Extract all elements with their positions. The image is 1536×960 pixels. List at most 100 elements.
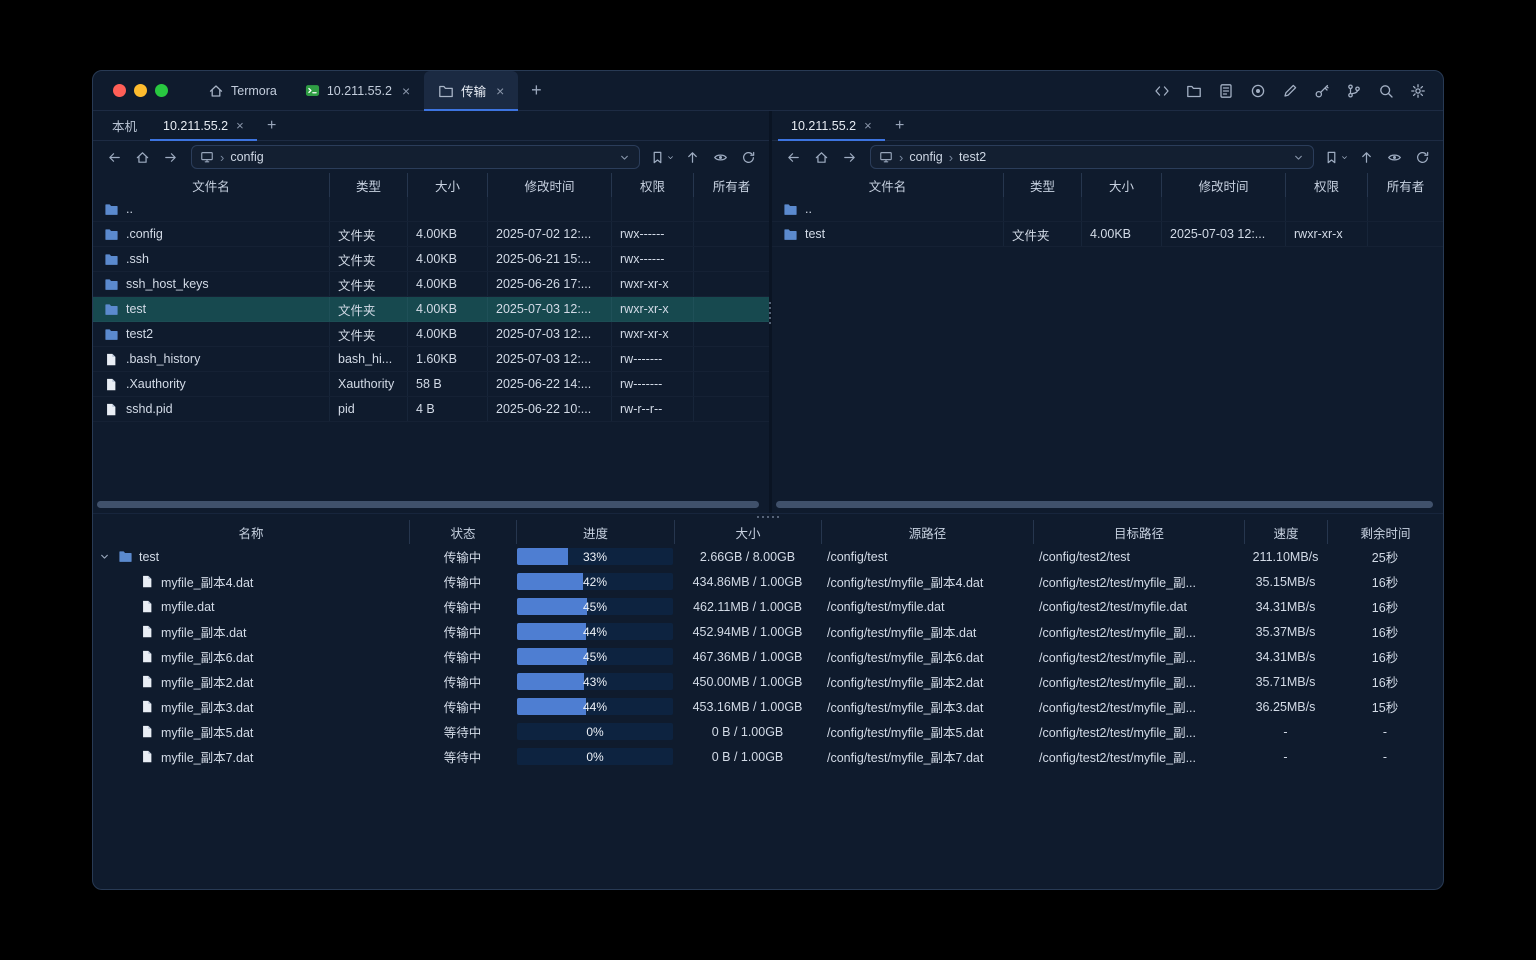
branch-icon[interactable] <box>1340 77 1367 104</box>
edit-icon[interactable] <box>1276 77 1303 104</box>
forward-button[interactable] <box>836 145 862 169</box>
file-row[interactable]: test文件夹4.00KB2025-07-03 12:...rwxr-xr-x <box>93 297 769 322</box>
file-row[interactable]: ssh_host_keys文件夹4.00KB2025-06-26 17:...r… <box>93 272 769 297</box>
bookmark-button[interactable] <box>648 145 677 169</box>
column-header[interactable]: 文件名 <box>93 173 329 197</box>
close-tab-icon[interactable]: × <box>402 84 410 98</box>
transfer-speed: - <box>1244 744 1327 769</box>
path-segment[interactable]: config <box>909 150 942 164</box>
transfer-row[interactable]: myfile.dat传输中45%462.11MB / 1.00GB/config… <box>93 594 1443 619</box>
path-breadcrumb[interactable]: › config <box>191 145 640 169</box>
file-row[interactable]: .XauthorityXauthority58 B2025-06-22 14:.… <box>93 372 769 397</box>
file-owner <box>693 322 769 346</box>
tab-host-terminal[interactable]: 10.211.55.2 × <box>291 71 424 110</box>
file-row[interactable]: test2文件夹4.00KB2025-07-03 12:...rwxr-xr-x <box>93 322 769 347</box>
file-row[interactable]: .. <box>772 197 1443 222</box>
titlebar-tabs: Termora 10.211.55.2 × 传输 × + <box>194 71 554 110</box>
close-tab-icon[interactable]: × <box>236 118 244 133</box>
column-header[interactable]: 所有者 <box>693 173 769 197</box>
transfer-row[interactable]: test传输中33%2.66GB / 8.00GB/config/test/co… <box>93 544 1443 569</box>
file-mtime: 2025-06-22 14:... <box>487 372 611 396</box>
file-row[interactable]: .ssh文件夹4.00KB2025-06-21 15:...rwx------ <box>93 247 769 272</box>
new-tab-button[interactable]: + <box>518 71 554 110</box>
column-header[interactable]: 目标路径 <box>1033 520 1244 544</box>
column-header[interactable]: 剩余时间 <box>1327 520 1443 544</box>
forward-button[interactable] <box>157 145 183 169</box>
tab-termora-home[interactable]: Termora <box>194 71 291 110</box>
zoom-window-button[interactable] <box>155 84 168 97</box>
path-breadcrumb[interactable]: › config › test2 <box>870 145 1314 169</box>
transfer-row[interactable]: myfile_副本5.dat等待中0%0 B / 1.00GB/config/t… <box>93 719 1443 744</box>
titlebar: Termora 10.211.55.2 × 传输 × + <box>93 71 1443 111</box>
path-segment[interactable]: test2 <box>959 150 986 164</box>
file-row[interactable]: .bash_historybash_hi...1.60KB2025-07-03 … <box>93 347 769 372</box>
record-icon[interactable] <box>1244 77 1271 104</box>
settings-icon[interactable] <box>1404 77 1431 104</box>
code-icon[interactable] <box>1148 77 1175 104</box>
tab-remote-host[interactable]: 10.211.55.2 × <box>778 111 885 140</box>
progress-label: 43% <box>517 673 673 690</box>
minimize-window-button[interactable] <box>134 84 147 97</box>
column-header[interactable]: 进度 <box>516 520 674 544</box>
horizontal-scrollbar[interactable] <box>776 501 1433 508</box>
chevron-down-icon[interactable] <box>1292 151 1305 164</box>
column-header[interactable]: 大小 <box>407 173 487 197</box>
refresh-button[interactable] <box>735 145 761 169</box>
back-button[interactable] <box>101 145 127 169</box>
tab-remote-host[interactable]: 10.211.55.2 × <box>150 111 257 140</box>
transfer-status: 传输中 <box>409 569 516 594</box>
transfer-row[interactable]: myfile_副本7.dat等待中0%0 B / 1.00GB/config/t… <box>93 744 1443 769</box>
column-header[interactable]: 名称 <box>93 520 409 544</box>
parent-directory-button[interactable] <box>1353 145 1379 169</box>
transfer-row[interactable]: myfile_副本6.dat传输中45%467.36MB / 1.00GB/co… <box>93 644 1443 669</box>
file-row[interactable]: .config文件夹4.00KB2025-07-02 12:...rwx----… <box>93 222 769 247</box>
column-header[interactable]: 修改时间 <box>487 173 611 197</box>
transfer-row[interactable]: myfile_副本.dat传输中44%452.94MB / 1.00GB/con… <box>93 619 1443 644</box>
home-button[interactable] <box>808 145 834 169</box>
column-header[interactable]: 大小 <box>674 520 821 544</box>
new-pane-tab-button[interactable]: + <box>885 111 915 140</box>
column-header[interactable]: 速度 <box>1244 520 1327 544</box>
column-header[interactable]: 修改时间 <box>1161 173 1285 197</box>
chevron-down-icon[interactable] <box>618 151 631 164</box>
parent-directory-button[interactable] <box>679 145 705 169</box>
transfer-row[interactable]: myfile_副本4.dat传输中42%434.86MB / 1.00GB/co… <box>93 569 1443 594</box>
column-header[interactable]: 类型 <box>329 173 407 197</box>
column-header[interactable]: 权限 <box>1285 173 1367 197</box>
column-header[interactable]: 大小 <box>1081 173 1161 197</box>
transfer-row[interactable]: myfile_副本3.dat传输中44%453.16MB / 1.00GB/co… <box>93 694 1443 719</box>
file-row[interactable]: test文件夹4.00KB2025-07-03 12:...rwxr-xr-x <box>772 222 1443 247</box>
collapse-chevron-icon[interactable] <box>97 550 111 563</box>
toggle-hidden-button[interactable] <box>707 145 733 169</box>
tab-local[interactable]: 本机 <box>99 111 150 140</box>
transfer-size: 453.16MB / 1.00GB <box>674 694 821 719</box>
search-icon[interactable] <box>1372 77 1399 104</box>
column-header[interactable]: 状态 <box>409 520 516 544</box>
file-row[interactable]: sshd.pidpid4 B2025-06-22 10:...rw-r--r-- <box>93 397 769 422</box>
close-tab-icon[interactable]: × <box>864 118 872 133</box>
back-button[interactable] <box>780 145 806 169</box>
key-icon[interactable] <box>1308 77 1335 104</box>
close-window-button[interactable] <box>113 84 126 97</box>
file-size: 58 B <box>407 372 487 396</box>
transfer-status: 传输中 <box>409 694 516 719</box>
path-segment[interactable]: config <box>230 150 263 164</box>
bookmark-button[interactable] <box>1322 145 1351 169</box>
horizontal-splitter[interactable] <box>93 513 1443 520</box>
transfer-row[interactable]: myfile_副本2.dat传输中43%450.00MB / 1.00GB/co… <box>93 669 1443 694</box>
column-header[interactable]: 文件名 <box>772 173 1003 197</box>
folder-icon[interactable] <box>1180 77 1207 104</box>
horizontal-scrollbar[interactable] <box>97 501 759 508</box>
new-pane-tab-button[interactable]: + <box>257 111 287 140</box>
column-header[interactable]: 所有者 <box>1367 173 1443 197</box>
log-icon[interactable] <box>1212 77 1239 104</box>
column-header[interactable]: 权限 <box>611 173 693 197</box>
file-row[interactable]: .. <box>93 197 769 222</box>
close-tab-icon[interactable]: × <box>496 84 504 98</box>
toggle-hidden-button[interactable] <box>1381 145 1407 169</box>
column-header[interactable]: 源路径 <box>821 520 1033 544</box>
column-header[interactable]: 类型 <box>1003 173 1081 197</box>
home-button[interactable] <box>129 145 155 169</box>
tab-transfer[interactable]: 传输 × <box>424 71 518 110</box>
refresh-button[interactable] <box>1409 145 1435 169</box>
